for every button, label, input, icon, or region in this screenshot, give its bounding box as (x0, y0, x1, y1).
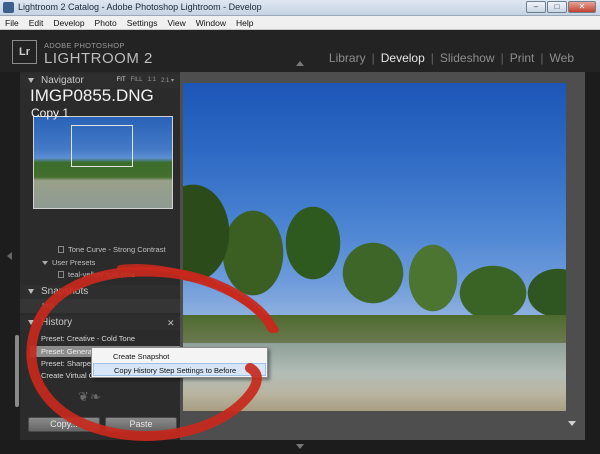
window-title: Lightroom 2 Catalog - Adobe Photoshop Li… (18, 2, 262, 12)
zoom-1-1[interactable]: 1:1 (148, 77, 156, 84)
zoom-fit[interactable]: FIT (117, 77, 126, 84)
menu-file[interactable]: File (0, 18, 24, 28)
preset-teal-yellow[interactable]: teal-yellow split tone (58, 270, 136, 279)
module-develop[interactable]: Develop (381, 51, 425, 65)
module-header: Lr ADOBE PHOTOSHOP LIGHTROOM 2 Library |… (0, 30, 600, 78)
filmstrip-toggle-icon[interactable] (296, 444, 304, 449)
paste-settings-button[interactable]: Paste (105, 417, 177, 432)
zoom-fill[interactable]: FILL (131, 77, 143, 84)
module-print[interactable]: Print (510, 51, 535, 65)
navigator-title: Navigator (41, 75, 84, 86)
module-library[interactable]: Library (329, 51, 366, 65)
left-panel-scrollbar[interactable] (15, 335, 19, 407)
menu-help[interactable]: Help (231, 18, 258, 28)
history-step[interactable]: Preset: Creative - Cold Tone (30, 333, 180, 344)
copy-settings-button[interactable]: Copy... (28, 417, 100, 432)
preset-icon (58, 246, 64, 253)
window-controls: – □ ✕ (526, 1, 596, 14)
brand-title: LIGHTROOM 2 (44, 50, 153, 67)
brand-subtitle: ADOBE PHOTOSHOP (44, 41, 125, 50)
user-presets-folder[interactable]: User Presets (42, 258, 95, 267)
top-panel-toggle-icon[interactable] (296, 61, 304, 66)
menu-settings[interactable]: Settings (122, 18, 163, 28)
history-header[interactable]: History (20, 316, 180, 330)
module-web[interactable]: Web (550, 51, 574, 65)
window-titlebar: Lightroom 2 Catalog - Adobe Photoshop Li… (0, 0, 600, 16)
menu-photo[interactable]: Photo (90, 18, 122, 28)
history-context-menu: Create Snapshot Copy History Step Settin… (91, 347, 268, 378)
navigator-preview[interactable] (33, 116, 173, 209)
preset-tone-curve[interactable]: Tone Curve - Strong Contrast (58, 245, 166, 254)
navigator-viewport-frame[interactable] (71, 125, 133, 167)
snapshots-header[interactable]: Snapshots (20, 285, 180, 299)
maximize-button[interactable]: □ (547, 1, 567, 13)
create-snapshot-menu-item[interactable]: Create Snapshot (93, 350, 266, 363)
menu-bar: File Edit Develop Photo Settings View Wi… (0, 16, 600, 30)
minimize-button[interactable]: – (526, 1, 546, 13)
collapse-triangle-icon (28, 78, 34, 83)
navigator-zoom-options: FIT FILL 1:1 2:1 ▾ (117, 77, 174, 84)
left-panel-toggle-icon[interactable] (7, 252, 12, 260)
copy-name-overlay: Copy 1 (31, 106, 70, 120)
menu-edit[interactable]: Edit (24, 18, 49, 28)
menu-window[interactable]: Window (191, 18, 231, 28)
menu-view[interactable]: View (162, 18, 190, 28)
lightroom-app-icon (3, 2, 14, 13)
snapshots-title: Snapshots (41, 286, 89, 297)
close-window-button[interactable]: ✕ (568, 1, 596, 13)
module-picker: Library | Develop | Slideshow | Print | … (328, 51, 574, 65)
module-slideshow[interactable]: Slideshow (440, 51, 495, 65)
toolbar-menu-triangle-icon[interactable] (568, 421, 576, 426)
collapse-triangle-icon (28, 289, 34, 294)
file-name-overlay: IMGP0855.DNG (30, 86, 154, 105)
lightroom-logo: Lr (12, 40, 37, 64)
menu-develop[interactable]: Develop (48, 18, 89, 28)
clear-history-icon[interactable]: ✕ (167, 318, 175, 329)
right-panel-edge[interactable] (585, 72, 600, 440)
snapshot-item[interactable]: Imp (20, 299, 180, 313)
copy-history-to-before-menu-item[interactable]: Copy History Step Settings to Before (93, 363, 266, 376)
preset-icon (58, 271, 64, 278)
folder-triangle-icon (42, 261, 48, 265)
panel-end-ornament-icon: ❦❧ (78, 389, 102, 404)
zoom-2-1[interactable]: 2:1 ▾ (161, 77, 174, 84)
collapse-triangle-icon (28, 320, 34, 325)
history-title: History (41, 317, 73, 328)
filmstrip-edge[interactable] (0, 440, 600, 454)
